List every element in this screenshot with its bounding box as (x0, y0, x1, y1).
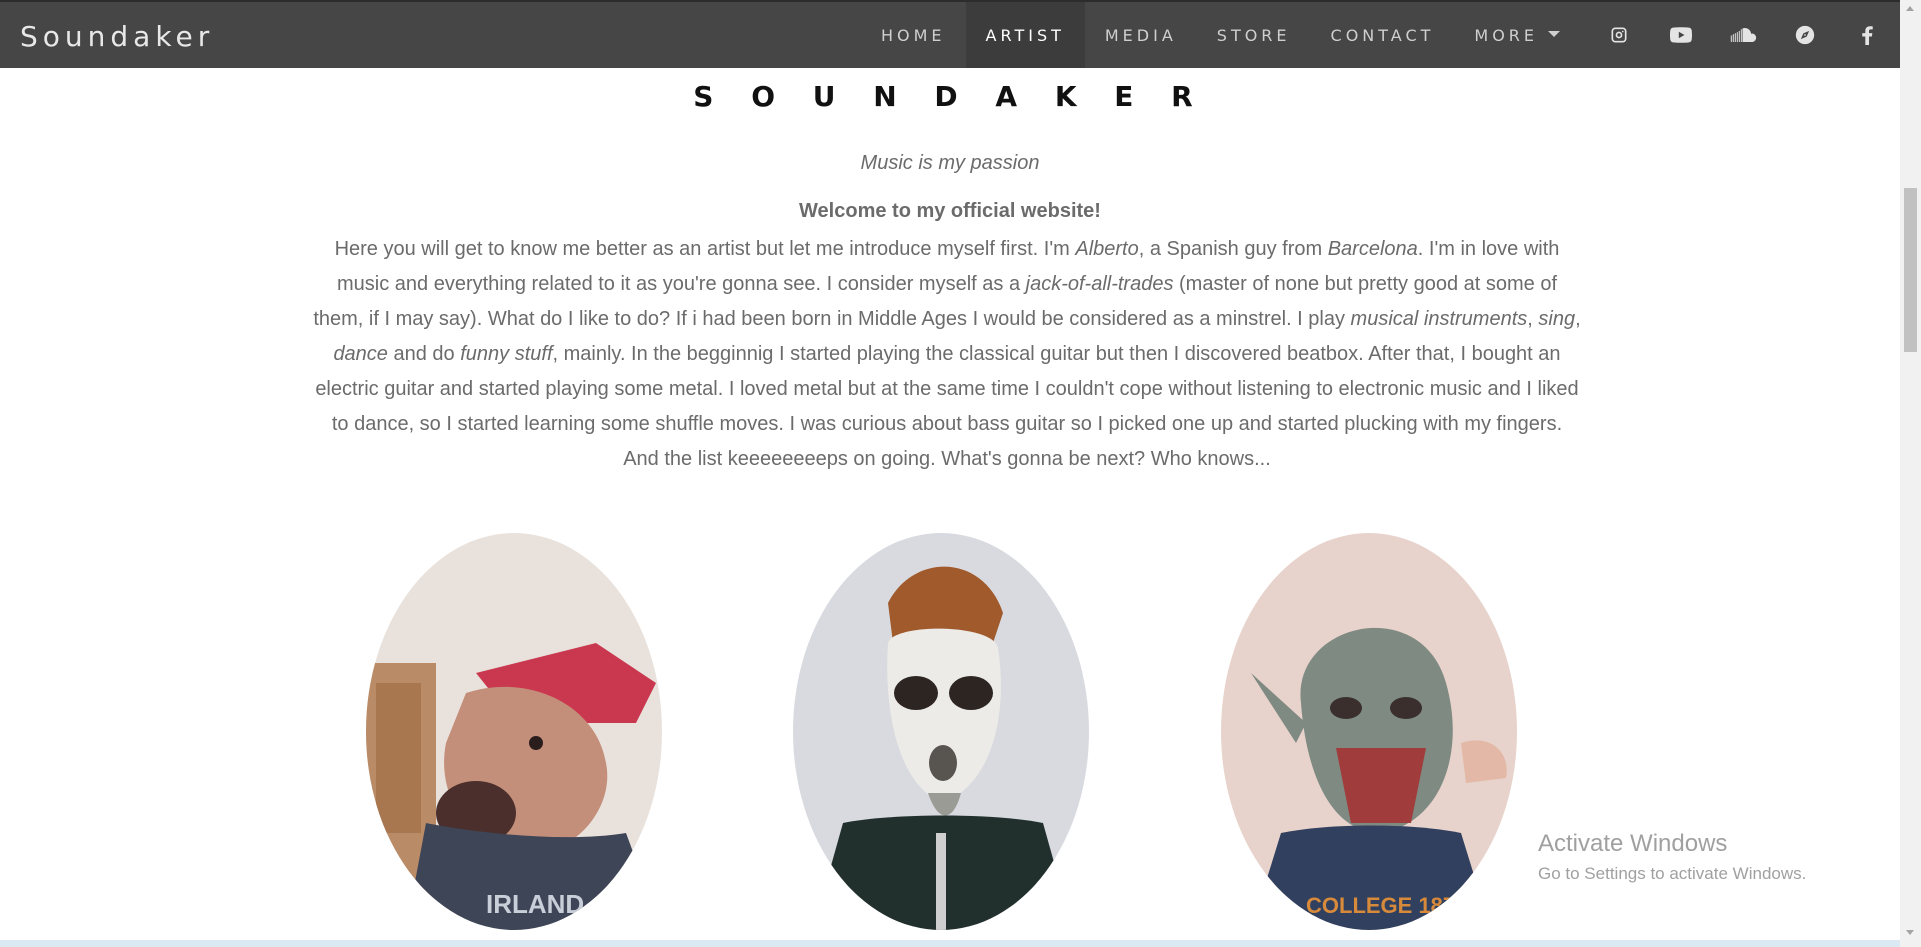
bio-paragraph: Here you will get to know me better as a… (313, 238, 1581, 470)
windows-activation-watermark: Activate Windows Go to Settings to activ… (1538, 830, 1806, 884)
nav-menu: HOME ARTIST MEDIA STORE CONTACT MORE (861, 2, 1898, 68)
nav-item-home[interactable]: HOME (861, 2, 966, 68)
watermark-title: Activate Windows (1538, 830, 1728, 857)
nav-item-more[interactable]: MORE (1454, 2, 1580, 68)
scrollbar-thumb[interactable] (1904, 188, 1917, 352)
social-links (1588, 2, 1898, 68)
watermark-subtitle: Go to Settings to activate Windows. (1538, 864, 1807, 883)
welcome-heading: Welcome to my official website! (799, 200, 1101, 222)
artist-photo-horse-mask: IRLAND (366, 533, 662, 930)
compass-icon[interactable] (1774, 2, 1836, 68)
facebook-icon[interactable] (1836, 2, 1898, 68)
vertical-scrollbar[interactable] (1900, 0, 1921, 947)
artist-photo-skull-makeup (793, 533, 1089, 930)
taskbar-edge (0, 940, 1900, 947)
top-navbar: Soundaker HOME ARTIST MEDIA STORE CONTAC… (0, 0, 1900, 68)
page-title: S O U N D A K E R (693, 80, 1207, 113)
artist-photo-monster-mask: COLLEGE 187 (1221, 533, 1517, 930)
site-brand[interactable]: Soundaker (20, 20, 214, 53)
chevron-down-icon (1548, 31, 1561, 37)
nav-item-media[interactable]: MEDIA (1085, 2, 1197, 68)
soundcloud-icon[interactable] (1712, 2, 1774, 68)
nav-item-store[interactable]: STORE (1197, 2, 1311, 68)
instagram-icon[interactable] (1588, 2, 1650, 68)
youtube-icon[interactable] (1650, 2, 1712, 68)
nav-item-more-label: MORE (1474, 25, 1539, 45)
scroll-up-arrow-icon[interactable] (1906, 6, 1914, 11)
tagline: Music is my passion (860, 152, 1040, 174)
svg-text:COLLEGE 187: COLLEGE 187 (1306, 893, 1455, 918)
nav-item-contact[interactable]: CONTACT (1311, 2, 1455, 68)
svg-text:IRLAND: IRLAND (486, 889, 584, 919)
scroll-down-arrow-icon[interactable] (1906, 930, 1914, 935)
nav-item-artist[interactable]: ARTIST (965, 2, 1085, 68)
